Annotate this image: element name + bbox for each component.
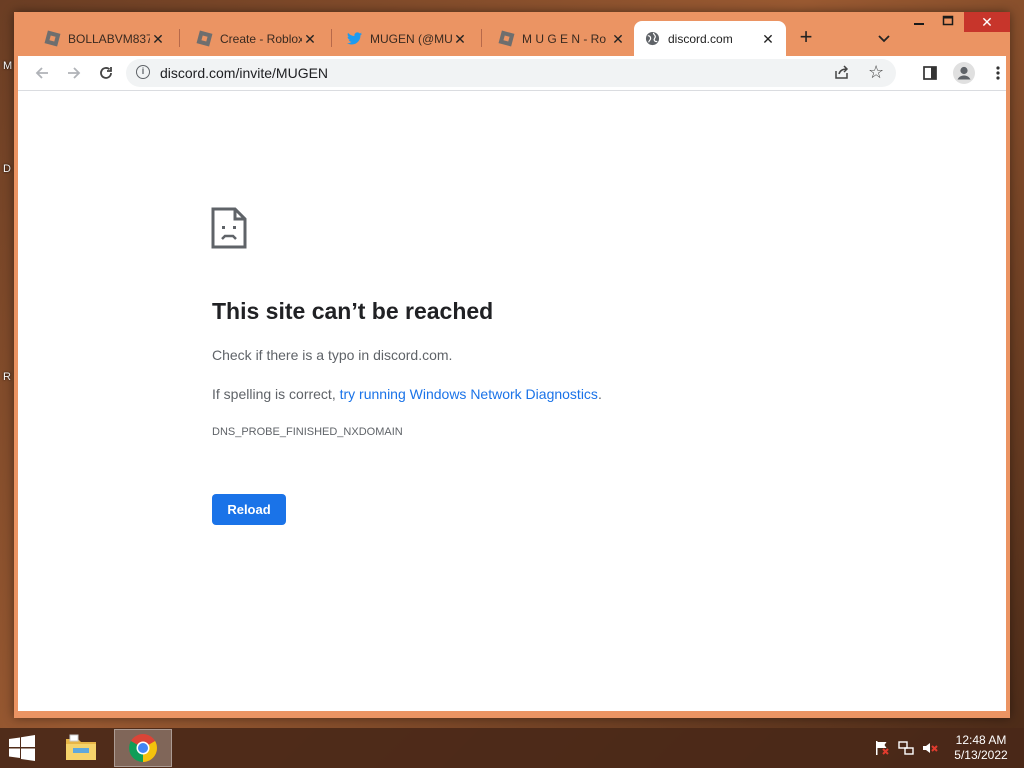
file-explorer-icon[interactable] <box>52 729 110 767</box>
clock-date: 5/13/2022 <box>954 748 1008 762</box>
tab-close-icon[interactable]: ✕ <box>610 31 626 47</box>
tab-strip: BOLLABVM8372 ✕ Create - Roblox ✕ MUGEN (… <box>14 12 1010 56</box>
reload-icon[interactable] <box>92 59 120 87</box>
action-center-flag-icon[interactable] <box>874 740 890 756</box>
globe-icon <box>644 31 660 47</box>
tab-divider <box>481 29 482 47</box>
profile-avatar-icon[interactable] <box>950 59 978 87</box>
url-text: discord.com/invite/MUGEN <box>160 65 329 81</box>
tab-divider <box>179 29 180 47</box>
tab-close-icon[interactable]: ✕ <box>760 31 776 47</box>
tab-title: BOLLABVM8372 <box>68 31 150 46</box>
tab-title: MUGEN (@MUG <box>370 31 452 46</box>
network-diagnostics-link[interactable]: try running Windows Network Diagnostics <box>340 386 598 402</box>
side-panel-icon[interactable] <box>916 59 944 87</box>
page-content: This site can’t be reached Check if ther… <box>18 90 1006 711</box>
windows-start-icon[interactable] <box>8 735 38 763</box>
share-icon[interactable] <box>834 64 850 85</box>
tab-bollabvm[interactable]: BOLLABVM8372 ✕ <box>34 21 176 56</box>
system-clock[interactable]: 12:48 AM 5/13/2022 <box>948 733 1014 763</box>
tab-close-icon[interactable]: ✕ <box>150 31 166 47</box>
twitter-icon <box>346 31 362 47</box>
reload-button[interactable]: Reload <box>212 494 286 525</box>
sad-page-icon <box>211 207 247 254</box>
info-icon[interactable]: i <box>136 65 150 79</box>
desktop-icon-label: R <box>3 371 11 383</box>
tab-create-roblox[interactable]: Create - Roblox ✕ <box>186 21 328 56</box>
chrome-icon[interactable] <box>114 729 172 767</box>
minimize-icon[interactable] <box>906 12 932 32</box>
diagnostics-prefix: If spelling is correct, <box>212 386 340 402</box>
tab-mugen-twitter[interactable]: MUGEN (@MUG ✕ <box>336 21 478 56</box>
forward-icon[interactable] <box>60 59 88 87</box>
tab-close-icon[interactable]: ✕ <box>302 31 318 47</box>
volume-muted-icon[interactable] <box>922 740 938 756</box>
error-suggestion-diagnostics: If spelling is correct, try running Wind… <box>212 386 602 402</box>
close-icon[interactable]: ✕ <box>964 12 1010 32</box>
browser-window: BOLLABVM8372 ✕ Create - Roblox ✕ MUGEN (… <box>14 12 1010 718</box>
diagnostics-suffix: . <box>597 386 602 402</box>
clock-time: 12:48 AM <box>955 733 1007 747</box>
tab-discord[interactable]: discord.com ✕ <box>634 21 786 56</box>
tab-title: M U G E N - Ro <box>522 31 607 46</box>
tab-title: discord.com <box>668 31 733 46</box>
tab-divider <box>331 29 332 47</box>
roblox-icon <box>196 30 212 47</box>
chevron-down-icon[interactable] <box>872 27 896 51</box>
roblox-icon <box>44 30 60 47</box>
roblox-icon <box>498 30 514 47</box>
network-icon[interactable] <box>898 740 914 756</box>
error-suggestion-typo: Check if there is a typo in discord.com. <box>212 347 453 363</box>
tab-close-icon[interactable]: ✕ <box>452 31 468 47</box>
new-tab-icon[interactable]: + <box>793 25 819 51</box>
tab-title: Create - Roblox <box>220 31 302 46</box>
menu-kebab-icon[interactable] <box>984 59 1012 87</box>
browser-toolbar: i discord.com/invite/MUGEN ☆ <box>18 56 1006 90</box>
desktop-icon-label: M <box>3 60 13 72</box>
tab-mugen-roblox[interactable]: M U G E N - Ro ✕ <box>488 21 636 56</box>
error-code: DNS_PROBE_FINISHED_NXDOMAIN <box>212 426 403 438</box>
address-bar[interactable]: i discord.com/invite/MUGEN ☆ <box>126 59 896 87</box>
desktop-icon-label: D <box>3 163 11 175</box>
taskbar: 12:48 AM 5/13/2022 <box>0 728 1024 768</box>
bookmark-star-icon[interactable]: ☆ <box>868 62 884 83</box>
back-icon[interactable] <box>28 59 56 87</box>
maximize-icon[interactable] <box>934 12 962 32</box>
error-title: This site can’t be reached <box>212 298 494 324</box>
